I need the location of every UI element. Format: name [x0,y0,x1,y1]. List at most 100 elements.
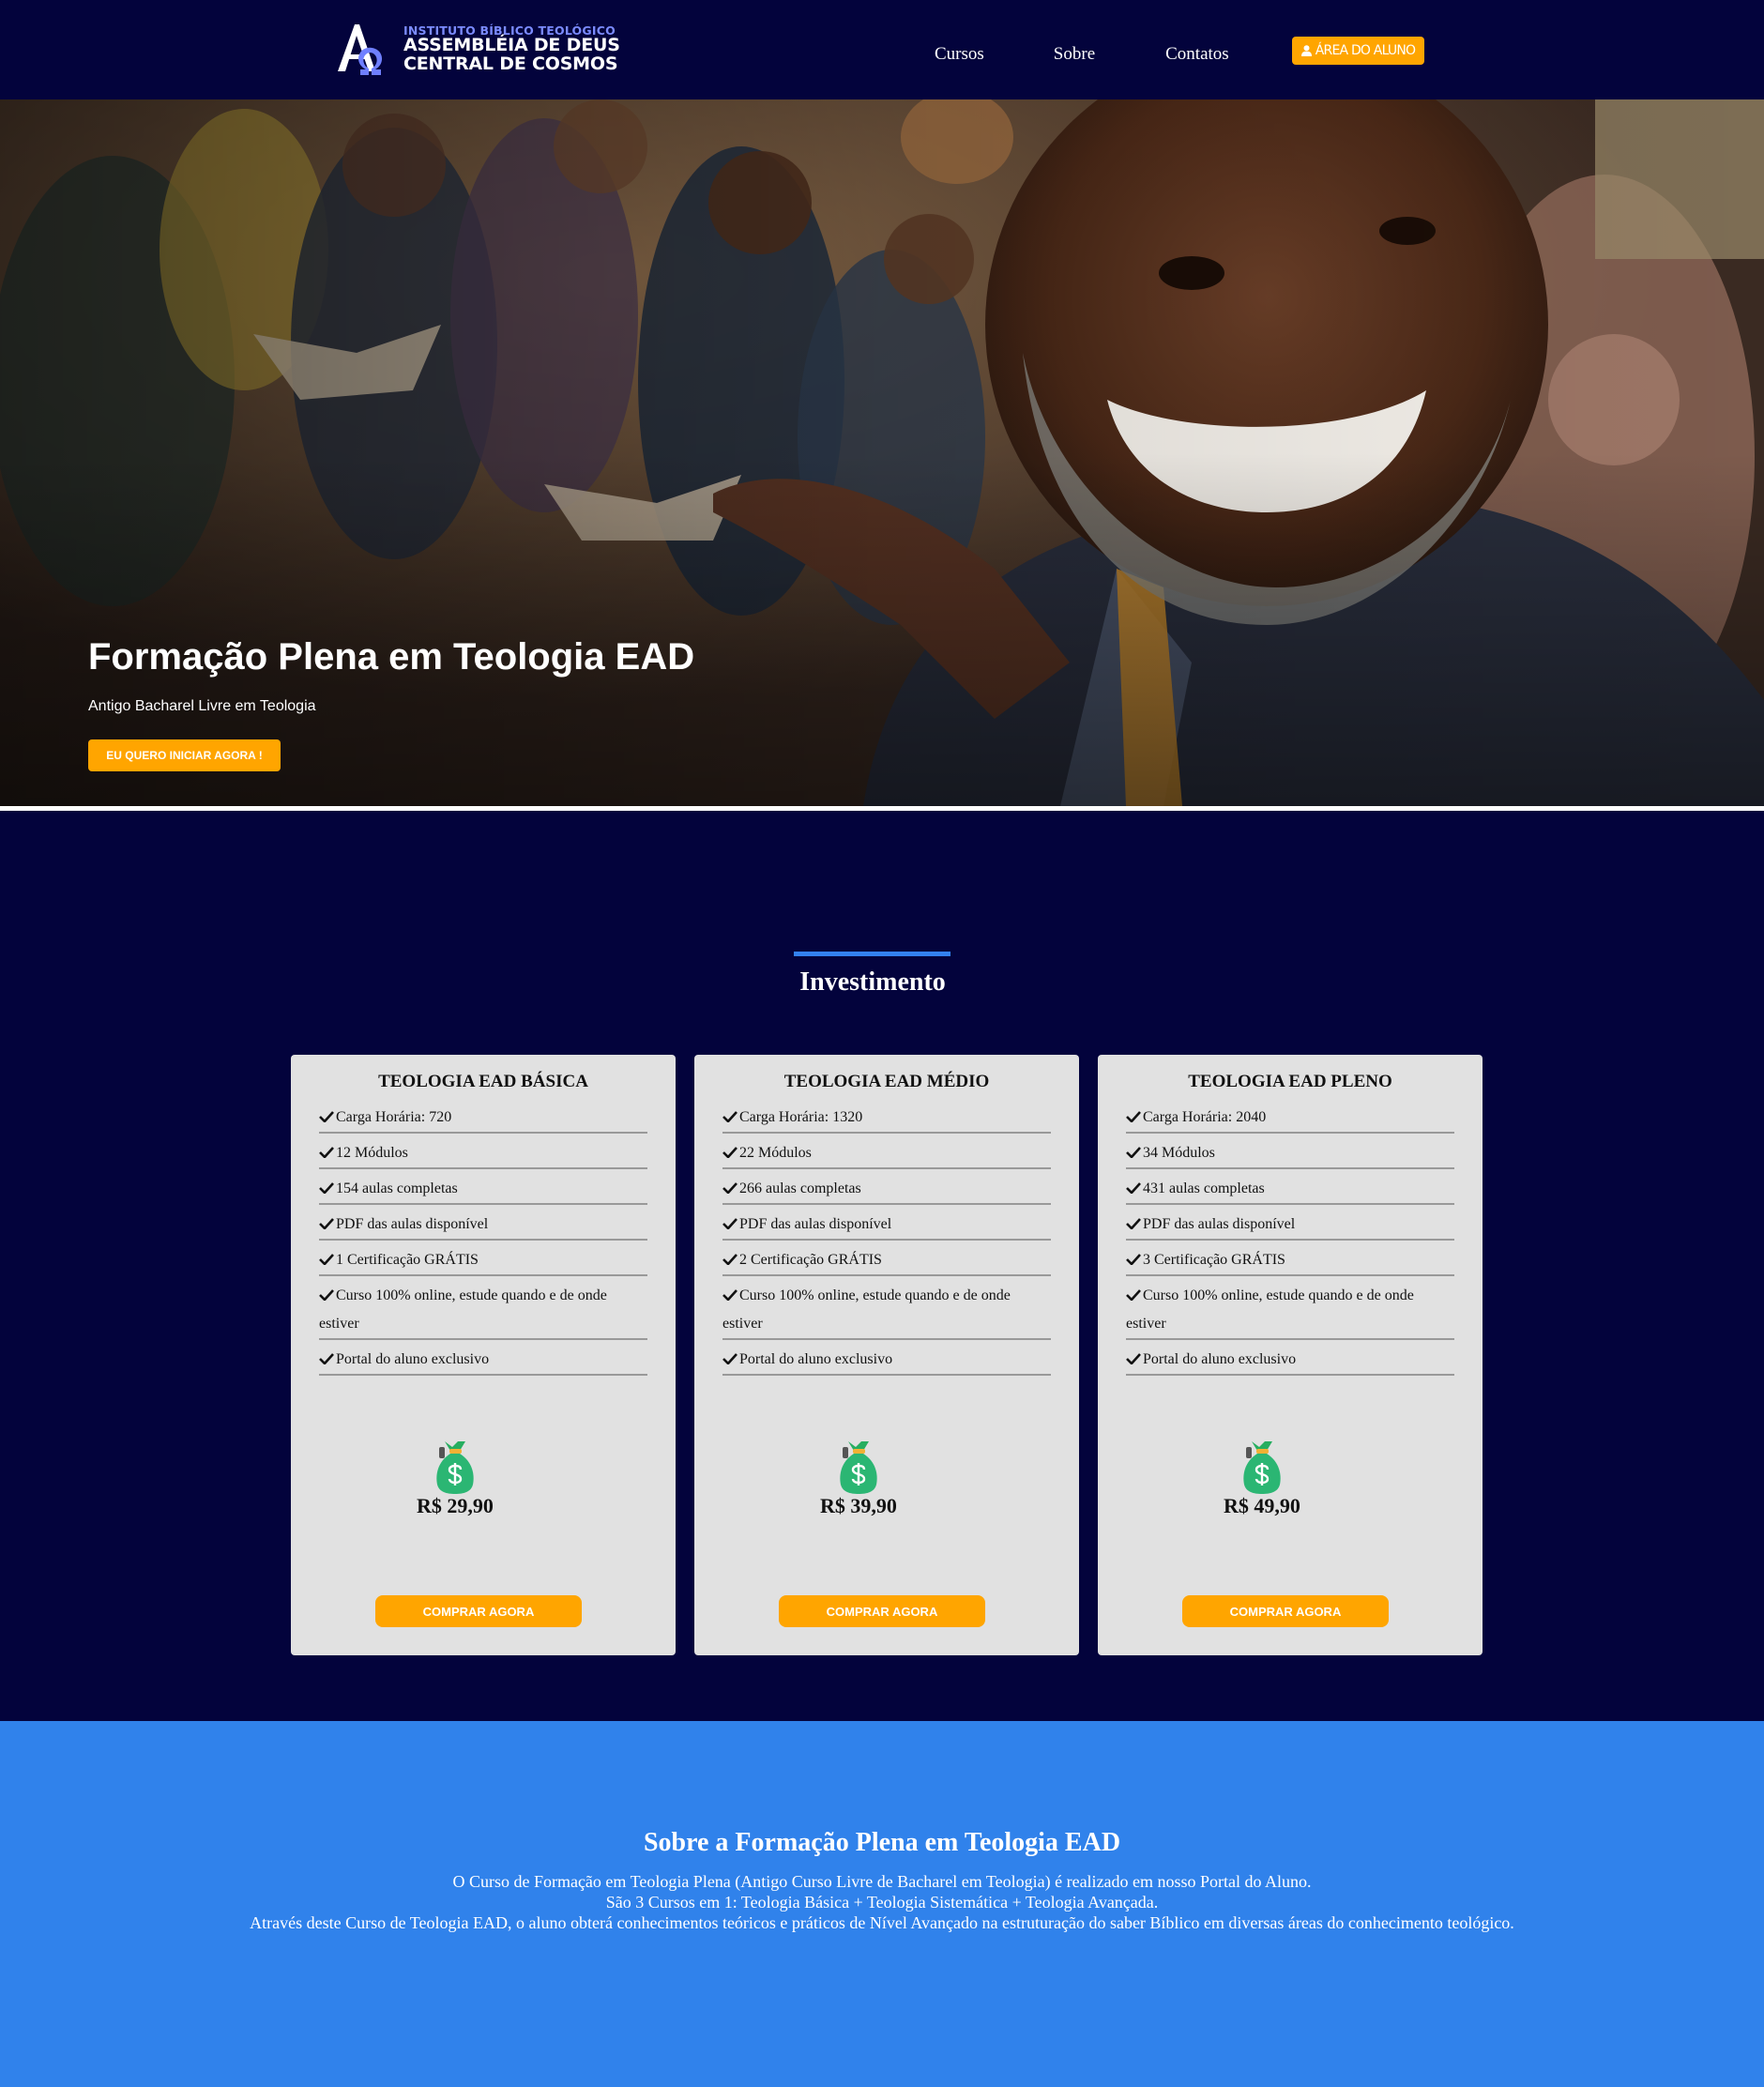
feature-text: Carga Horária: 2040 [1143,1109,1267,1125]
pricing-card-pleno: TEOLOGIA EAD PLENO Carga Horária: 2040 3… [1098,1055,1483,1655]
feature-item: Curso 100% online, estude quando e de on… [1126,1276,1454,1340]
card-title: TEOLOGIA EAD BÁSICA [378,1072,588,1091]
feature-item: 1 Certificação GRÁTIS [319,1241,647,1276]
feature-item: Carga Horária: 720 [319,1098,647,1134]
feature-item: Curso 100% online, estude quando e de on… [722,1276,1051,1340]
feature-item: 431 aulas completas [1126,1169,1454,1205]
site-logo[interactable]: INSTITUTO BÍBLICO TEOLÓGICO ASSEMBLÉIA D… [334,17,620,81]
check-icon [1126,1147,1141,1158]
feature-text: Curso 100% online, estude quando e de on… [319,1287,607,1332]
hero-banner: Formação Plena em Teologia EAD Antigo Ba… [0,99,1764,806]
card-price: R$ 29,90 [417,1494,494,1517]
check-icon [722,1182,738,1194]
check-icon [722,1289,738,1301]
about-paragraph: São 3 Cursos em 1: Teologia Básica + Teo… [605,1893,1159,1912]
feature-text: PDF das aulas disponível [336,1216,489,1232]
navbar: INSTITUTO BÍBLICO TEOLÓGICO ASSEMBLÉIA D… [0,0,1764,99]
feature-text: PDF das aulas disponível [1143,1216,1296,1232]
check-icon [319,1147,334,1158]
feature-text: 431 aulas completas [1143,1181,1265,1196]
check-icon [722,1147,738,1158]
feature-text: 22 Módulos [739,1145,812,1161]
feature-text: 154 aulas completas [336,1181,458,1196]
logo-name-line1: ASSEMBLÉIA DE DEUS [403,34,620,55]
about-text: O Curso de Formação em Teologia Plena (A… [0,1871,1764,1933]
feature-item: Portal do aluno exclusivo [722,1340,1051,1376]
pricing-card-medio: TEOLOGIA EAD MÉDIO Carga Horária: 1320 2… [694,1055,1079,1655]
hero-title: Formação Plena em Teologia EAD [88,636,695,678]
card-price: R$ 39,90 [820,1494,897,1517]
feature-text: PDF das aulas disponível [739,1216,892,1232]
pricing-card-basica: TEOLOGIA EAD BÁSICA Carga Horária: 720 1… [291,1055,676,1655]
feature-item: Portal do aluno exclusivo [1126,1340,1454,1376]
feature-item: 154 aulas completas [319,1169,647,1205]
feature-item: PDF das aulas disponível [722,1205,1051,1241]
feature-text: 2 Certificação GRÁTIS [739,1252,882,1268]
feature-text: Carga Horária: 720 [336,1109,452,1125]
feature-item: Carga Horária: 2040 [1126,1098,1454,1134]
feature-item: 12 Módulos [319,1134,647,1169]
feature-text: Portal do aluno exclusivo [1143,1351,1297,1367]
feature-text: 12 Módulos [336,1145,408,1161]
buy-now-button[interactable]: COMPRAR AGORA [375,1595,582,1627]
investment-section: Investimento TEOLOGIA EAD BÁSICA Carga H… [0,811,1764,1721]
buy-now-button[interactable]: COMPRAR AGORA [779,1595,985,1627]
check-icon [722,1353,738,1364]
investment-title: Investimento [799,967,946,997]
feature-item: Curso 100% online, estude quando e de on… [319,1276,647,1340]
user-icon [1300,45,1312,56]
card-title: TEOLOGIA EAD PLENO [1188,1072,1392,1091]
check-icon [1126,1353,1141,1364]
card-title: TEOLOGIA EAD MÉDIO [783,1072,990,1091]
check-icon [722,1111,738,1122]
feature-item: 22 Módulos [722,1134,1051,1169]
start-now-button[interactable]: EU QUERO INICIAR AGORA ! [88,739,281,771]
area-do-aluno-button[interactable]: ÁREA DO ALUNO [1292,37,1424,65]
buy-now-button[interactable]: COMPRAR AGORA [1182,1595,1389,1627]
feature-text: Carga Horária: 1320 [739,1109,863,1125]
nav-link-cursos[interactable]: Cursos [935,44,984,65]
feature-item: 3 Certificação GRÁTIS [1126,1241,1454,1276]
money-bag-icon [840,1441,877,1494]
logo-alpha-omega-icon [334,17,398,81]
feature-text: 34 Módulos [1143,1145,1215,1161]
check-icon [1126,1218,1141,1229]
check-icon [319,1254,334,1265]
money-bag-icon [436,1441,474,1494]
about-title: Sobre a Formação Plena em Teologia EAD [643,1828,1121,1857]
check-icon [319,1111,334,1122]
feature-text: Portal do aluno exclusivo [336,1351,490,1367]
feature-list: Carga Horária: 1320 22 Módulos 266 aulas… [722,1098,1051,1376]
area-do-aluno-label: ÁREA DO ALUNO [1315,43,1416,58]
main-nav: Cursos Sobre Contatos [935,44,1299,65]
feature-item: 266 aulas completas [722,1169,1051,1205]
feature-item: Portal do aluno exclusivo [319,1340,647,1376]
check-icon [722,1254,738,1265]
check-icon [319,1289,334,1301]
about-section: Sobre a Formação Plena em Teologia EAD O… [0,1721,1764,2087]
feature-text: Curso 100% online, estude quando e de on… [722,1287,1011,1332]
check-icon [1126,1254,1141,1265]
check-icon [1126,1289,1141,1301]
check-icon [319,1218,334,1229]
feature-item: PDF das aulas disponível [319,1205,647,1241]
feature-list: Carga Horária: 2040 34 Módulos 431 aulas… [1126,1098,1454,1376]
feature-text: 3 Certificação GRÁTIS [1143,1252,1285,1268]
nav-link-sobre[interactable]: Sobre [1054,44,1095,65]
feature-item: PDF das aulas disponível [1126,1205,1454,1241]
check-icon [722,1218,738,1229]
check-icon [319,1353,334,1364]
hero-subtitle: Antigo Bacharel Livre em Teologia [88,698,316,714]
check-icon [1126,1182,1141,1194]
logo-name-line2: CENTRAL DE COSMOS [403,53,618,74]
check-icon [319,1182,334,1194]
feature-item: 2 Certificação GRÁTIS [722,1241,1051,1276]
nav-link-contatos[interactable]: Contatos [1165,44,1229,65]
feature-text: 1 Certificação GRÁTIS [336,1252,479,1268]
feature-text: 266 aulas completas [739,1181,861,1196]
section-accent-bar [794,952,950,956]
feature-item: Carga Horária: 1320 [722,1098,1051,1134]
feature-item: 34 Módulos [1126,1134,1454,1169]
feature-text: Curso 100% online, estude quando e de on… [1126,1287,1414,1332]
check-icon [1126,1111,1141,1122]
